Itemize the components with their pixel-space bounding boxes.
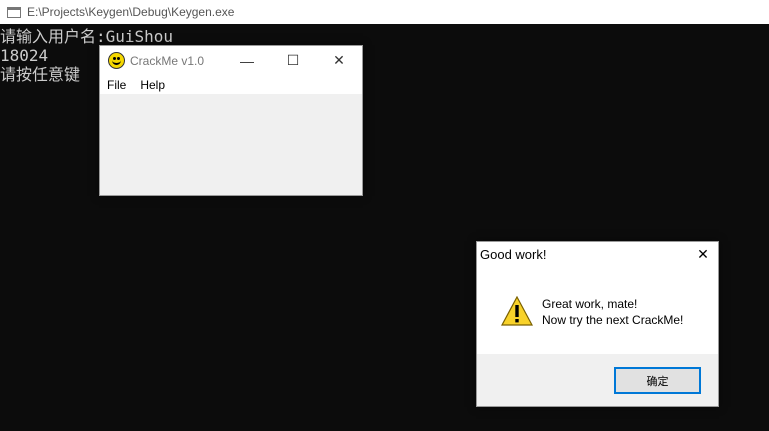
maximize-button[interactable]: ☐ [270,46,316,75]
menu-help[interactable]: Help [133,78,172,92]
crackme-window[interactable]: CrackMe v1.0 — ☐ ✕ File Help [99,45,363,196]
console-line: 请输入用户名:GuiShou [0,27,174,46]
msgbox-footer: 确定 [477,354,718,406]
console-window-icon [7,6,21,18]
crackme-titlebar[interactable]: CrackMe v1.0 — ☐ ✕ [100,46,362,75]
msgbox-titlebar[interactable]: Good work! ✕ [477,242,718,266]
ok-button[interactable]: 确定 [614,367,701,394]
console-title: E:\Projects\Keygen\Debug\Keygen.exe [27,5,235,19]
crackme-title: CrackMe v1.0 [130,53,205,68]
msgbox-title: Good work! [480,246,547,262]
msgbox-line-2: Now try the next CrackMe! [542,313,684,327]
message-box[interactable]: Good work! ✕ Great work, mate! Now try t… [476,241,719,407]
msgbox-body: Great work, mate! Now try the next Crack… [477,266,718,354]
menu-bar: File Help [100,75,362,94]
msgbox-close-button[interactable]: ✕ [688,242,718,266]
minimize-button[interactable]: — [224,46,270,75]
msgbox-line-1: Great work, mate! [542,297,638,311]
window-controls: — ☐ ✕ [224,46,362,75]
menu-file[interactable]: File [100,78,133,92]
warning-icon [501,296,533,326]
msgbox-message: Great work, mate! Now try the next Crack… [542,296,683,328]
close-button[interactable]: ✕ [316,46,362,75]
console-titlebar[interactable]: E:\Projects\Keygen\Debug\Keygen.exe [0,0,769,24]
smiley-icon [108,52,125,69]
